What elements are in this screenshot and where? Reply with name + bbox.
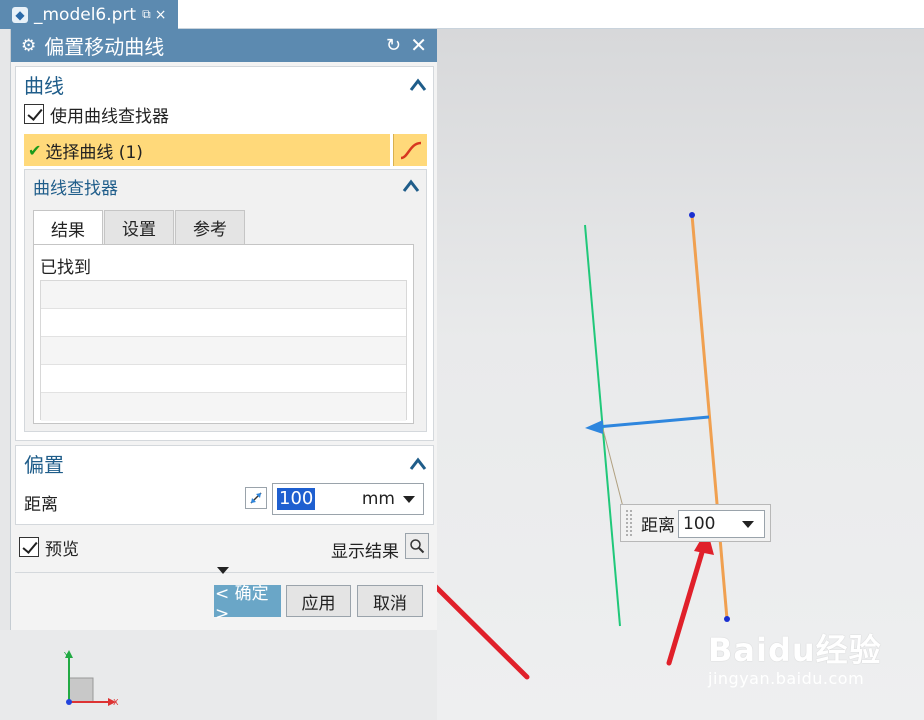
distance-unit: mm xyxy=(361,489,395,509)
watermark: Baidu经验 jingyan.baidu.com xyxy=(708,625,882,688)
dialog-title-bar[interactable]: ⚙ 偏置移动曲线 ↻ ✕ xyxy=(11,29,437,62)
chevron-down-icon[interactable] xyxy=(742,521,754,528)
preview-checkbox[interactable] xyxy=(19,537,39,557)
preview-label: 预览 xyxy=(45,539,79,560)
use-curve-finder-label: 使用曲线查找器 xyxy=(50,106,169,127)
curve-icon xyxy=(400,141,421,160)
curve-group: 曲线 使用曲线查找器 ✔ 选择曲线 (1) 曲线查找器 结果 设置 参考 已找到 xyxy=(15,66,434,441)
floating-distance-input: 距离 100 xyxy=(620,504,771,542)
curve-group-title: 曲线 xyxy=(24,73,64,98)
curve-finder-panel: 曲线查找器 结果 设置 参考 已找到 xyxy=(24,169,427,432)
curve-endpoint-top xyxy=(689,212,695,218)
offset-move-curve-dialog: ⚙ 偏置移动曲线 ↻ ✕ 曲线 使用曲线查找器 ✔ 选择曲线 (1) 曲线查找器 xyxy=(10,29,437,630)
results-tab-body: 已找到 xyxy=(33,244,414,424)
pin-icon[interactable]: ⧉ xyxy=(142,7,151,22)
ok-button[interactable]: < 确定 > xyxy=(214,584,281,624)
search-icon xyxy=(410,539,425,554)
collapse-icon[interactable] xyxy=(402,178,420,194)
tab-results[interactable]: 结果 xyxy=(33,210,103,245)
offset-direction-arrowhead xyxy=(585,420,603,434)
tab-settings[interactable]: 设置 xyxy=(104,210,174,244)
floating-distance-field[interactable]: 100 xyxy=(678,510,765,538)
list-item[interactable] xyxy=(41,337,406,365)
distance-value: 100 xyxy=(277,488,316,510)
use-curve-finder-checkbox[interactable] xyxy=(24,104,44,124)
curve-finder-header[interactable]: 曲线查找器 xyxy=(25,170,426,202)
viewport-geometry xyxy=(437,212,730,680)
triad-y-label: Y xyxy=(63,651,69,660)
graphics-viewport[interactable]: 距离 100 Baidu经验 jingyan.baidu.com xyxy=(437,29,924,720)
apply-button[interactable]: 应用 xyxy=(286,585,351,617)
dialog-title: 偏置移动曲线 xyxy=(44,35,165,59)
gear-icon[interactable]: ⚙ xyxy=(21,36,36,56)
finder-tabs: 结果 设置 参考 xyxy=(33,210,246,245)
list-item[interactable] xyxy=(41,309,406,337)
offset-direction-vector xyxy=(596,415,710,429)
cancel-button[interactable]: 取消 xyxy=(357,585,423,617)
list-item[interactable] xyxy=(41,393,406,421)
document-tab[interactable]: ◆ _model6.prt ⧉ × xyxy=(0,0,178,29)
curve-group-header[interactable]: 曲线 xyxy=(16,67,433,101)
close-tab-icon[interactable]: × xyxy=(155,7,167,23)
graphics-viewport-lower-left[interactable]: Y X xyxy=(0,630,437,720)
select-curve-row[interactable]: ✔ 选择曲线 (1) xyxy=(24,134,390,166)
collapse-icon[interactable] xyxy=(409,452,427,470)
chevron-down-icon[interactable] xyxy=(403,496,415,503)
floating-distance-value: 100 xyxy=(683,514,716,534)
results-list[interactable] xyxy=(40,280,407,421)
close-icon[interactable]: ✕ xyxy=(410,33,427,57)
preview-row[interactable]: 预览 xyxy=(15,534,79,560)
check-icon: ✔ xyxy=(28,140,42,160)
curve-finder-title: 曲线查找器 xyxy=(33,178,118,199)
distance-input[interactable]: 100 mm xyxy=(272,483,424,515)
watermark-main: Baidu经验 xyxy=(708,631,882,669)
reset-icon[interactable]: ↻ xyxy=(386,35,401,56)
curve-endpoint-bottom xyxy=(724,616,730,622)
annotation-arrow-1 xyxy=(437,584,530,680)
list-item[interactable] xyxy=(41,365,406,393)
show-result-label: 显示结果 xyxy=(331,542,399,562)
annotation-arrow-2 xyxy=(666,546,706,666)
document-tab-title: _model6.prt xyxy=(34,4,137,25)
found-label: 已找到 xyxy=(40,258,91,278)
use-curve-finder-row[interactable]: 使用曲线查找器 xyxy=(16,101,433,127)
tab-reference[interactable]: 参考 xyxy=(175,210,245,244)
floating-distance-label: 距离 xyxy=(641,515,675,536)
axis-triad-icon: Y X xyxy=(63,650,119,707)
offset-group-header[interactable]: 偏置 xyxy=(16,446,433,480)
offset-group: 偏置 距离 100 mm xyxy=(15,445,434,525)
watermark-sub: jingyan.baidu.com xyxy=(708,669,865,688)
show-result-button[interactable] xyxy=(405,533,429,559)
drag-grip-icon[interactable] xyxy=(625,509,633,537)
select-curve-button[interactable] xyxy=(393,134,427,166)
select-curve-label: 选择曲线 (1) xyxy=(45,142,143,163)
reverse-direction-icon[interactable] xyxy=(245,487,267,509)
document-tab-strip: ◆ _model6.prt ⧉ × xyxy=(0,0,924,29)
list-item[interactable] xyxy=(41,281,406,309)
more-options-icon[interactable] xyxy=(217,567,229,574)
collapse-icon[interactable] xyxy=(409,73,427,91)
triad-x-label: X xyxy=(113,698,119,707)
distance-label: 距离 xyxy=(24,495,58,515)
part-file-icon: ◆ xyxy=(12,6,28,23)
offset-group-title: 偏置 xyxy=(24,452,64,477)
